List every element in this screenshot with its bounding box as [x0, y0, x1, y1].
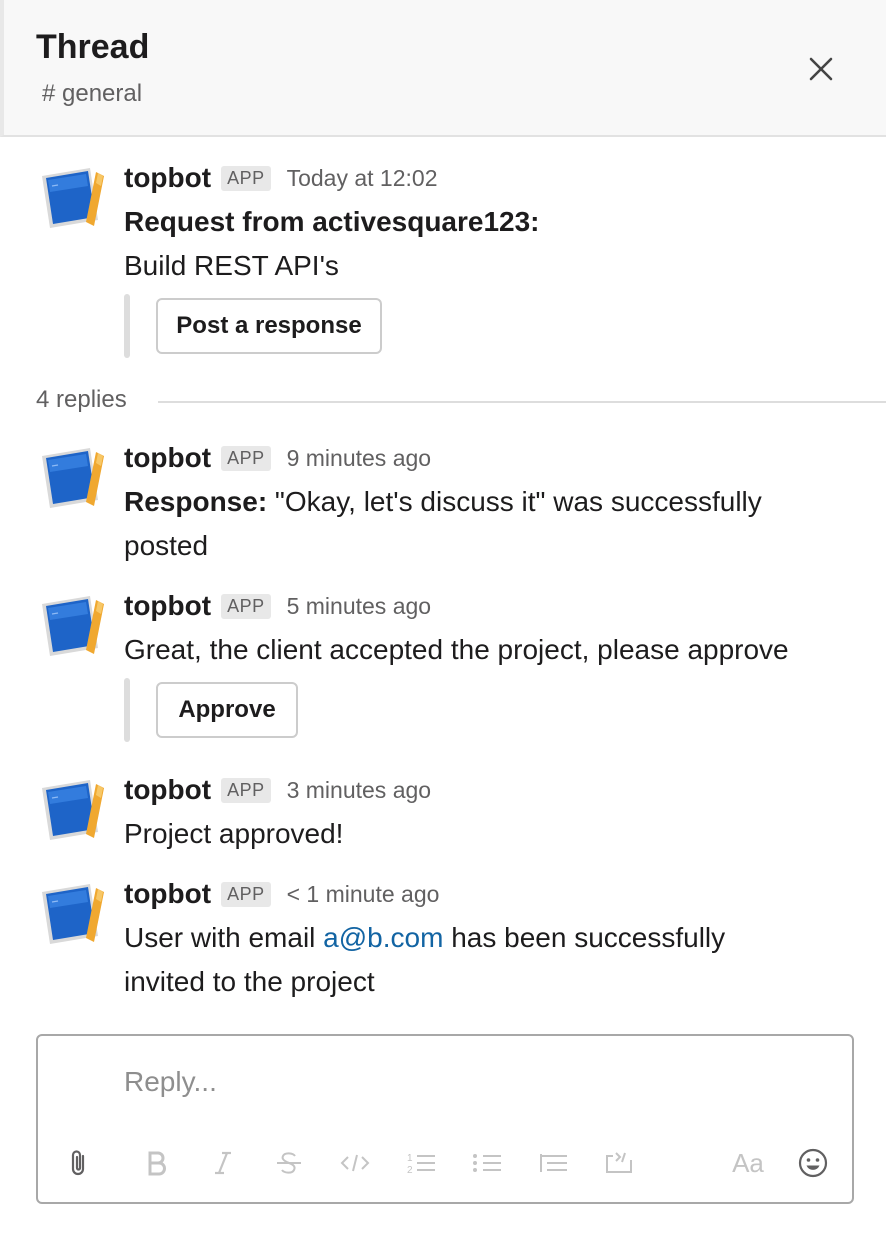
email-link[interactable]: a@b.com: [323, 922, 443, 953]
replies-count: 4 replies: [36, 386, 127, 413]
message-text: Response: "Okay, let's discuss it" was s…: [124, 480, 762, 524]
thread-header: Thread # general: [0, 0, 886, 137]
bold-icon[interactable]: [140, 1146, 174, 1180]
app-badge: APP: [221, 777, 271, 803]
message-text-continued: posted: [124, 530, 209, 561]
thread-title: Thread: [36, 28, 150, 66]
paperclip-icon[interactable]: [62, 1146, 96, 1180]
app-badge: APP: [221, 445, 271, 471]
message-title: Request from activesquare123:: [124, 206, 540, 237]
bulleted-list-icon[interactable]: [470, 1146, 504, 1180]
code-icon[interactable]: [338, 1146, 372, 1180]
message-text: Build REST API's: [124, 250, 339, 281]
post-response-button[interactable]: Post a response: [156, 298, 382, 354]
numbered-list-icon[interactable]: 12: [404, 1146, 438, 1180]
app-badge: APP: [221, 593, 271, 619]
message-meta: topbot APP Today at 12:02: [124, 162, 438, 194]
message-text: Great, the client accepted the project, …: [124, 634, 789, 665]
username[interactable]: topbot: [124, 774, 211, 806]
message-meta: topbot APP < 1 minute ago: [124, 878, 439, 910]
svg-text:2: 2: [407, 1165, 413, 1176]
bot-avatar[interactable]: [38, 882, 108, 948]
channel-link[interactable]: # general: [42, 80, 142, 108]
message-meta: topbot APP 9 minutes ago: [124, 442, 431, 474]
username[interactable]: topbot: [124, 442, 211, 474]
timestamp[interactable]: 3 minutes ago: [287, 777, 431, 804]
quote-icon[interactable]: [536, 1146, 570, 1180]
text-format-icon[interactable]: Aa: [728, 1146, 768, 1180]
message-text-continued: invited to the project: [124, 966, 375, 997]
replies-divider: 4 replies: [36, 386, 886, 416]
message-meta: topbot APP 3 minutes ago: [124, 774, 431, 806]
bot-avatar[interactable]: [38, 166, 108, 232]
emoji-icon[interactable]: [796, 1146, 830, 1180]
bot-avatar[interactable]: [38, 778, 108, 844]
text-after-link: has been successfully: [443, 922, 726, 953]
attachment-bar: [124, 294, 130, 358]
reply-input[interactable]: [124, 1062, 824, 1102]
timestamp[interactable]: 9 minutes ago: [287, 445, 431, 472]
text-format-label: Aa: [732, 1147, 764, 1178]
app-badge: APP: [221, 165, 271, 191]
strikethrough-icon[interactable]: [272, 1146, 306, 1180]
username[interactable]: topbot: [124, 878, 211, 910]
message-meta: topbot APP 5 minutes ago: [124, 590, 431, 622]
attachment-bar: [124, 678, 130, 742]
username[interactable]: topbot: [124, 590, 211, 622]
timestamp[interactable]: < 1 minute ago: [287, 881, 440, 908]
italic-icon[interactable]: [206, 1146, 240, 1180]
app-badge: APP: [221, 881, 271, 907]
reply-composer: 12 Aa: [36, 1034, 854, 1204]
divider-line: [158, 401, 886, 403]
username[interactable]: topbot: [124, 162, 211, 194]
bot-avatar[interactable]: [38, 594, 108, 660]
svg-text:1: 1: [407, 1153, 413, 1164]
response-text: "Okay, let's discuss it" was successfull…: [267, 486, 762, 517]
timestamp[interactable]: 5 minutes ago: [287, 593, 431, 620]
message-text: User with email a@b.com has been success…: [124, 916, 725, 960]
bot-avatar[interactable]: [38, 446, 108, 512]
text-before-link: User with email: [124, 922, 324, 953]
approve-button[interactable]: Approve: [156, 682, 298, 738]
timestamp[interactable]: Today at 12:02: [287, 165, 438, 192]
message-text: Project approved!: [124, 818, 344, 849]
close-icon[interactable]: [804, 52, 838, 86]
response-label: Response:: [124, 486, 268, 517]
code-block-icon[interactable]: [602, 1146, 636, 1180]
